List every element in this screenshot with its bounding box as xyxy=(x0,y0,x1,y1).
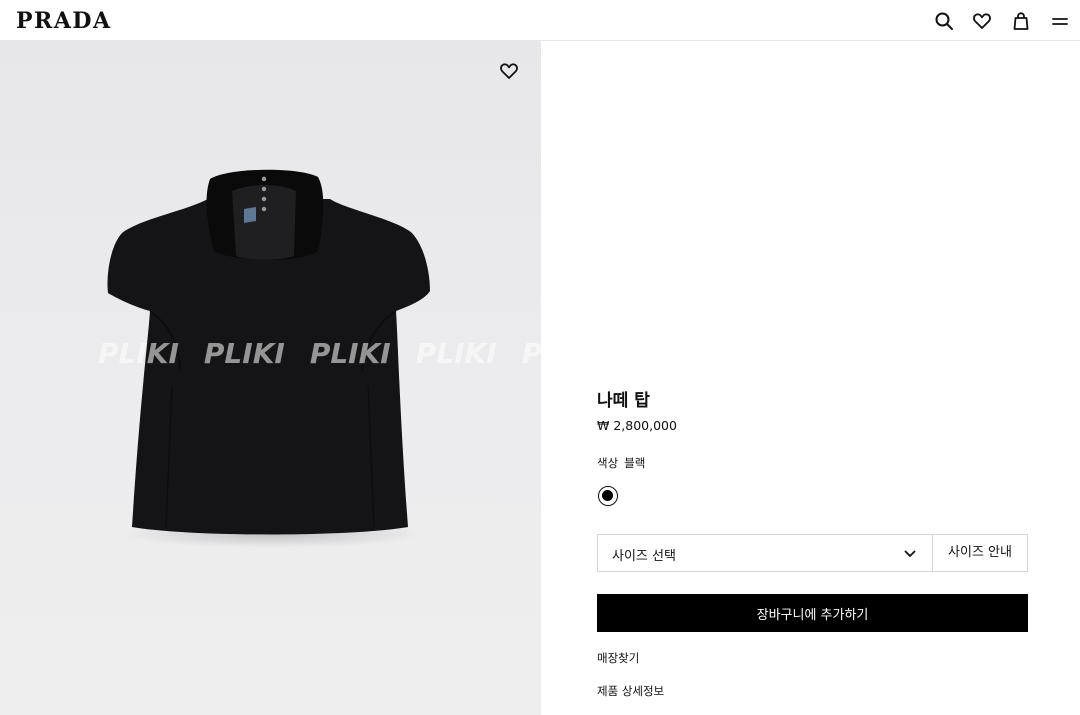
product-photo-top xyxy=(107,169,430,548)
chevron-down-icon xyxy=(904,550,916,557)
find-store-link[interactable]: 매장찾기 xyxy=(597,650,639,666)
site-header: PRADA xyxy=(0,0,1080,41)
wishlist-heart-icon[interactable] xyxy=(499,61,519,81)
product-image[interactable]: PLIKIPLIKIPLIKIPLIKIPLIKI xyxy=(0,41,541,715)
color-info: 색상 블랙 xyxy=(597,455,645,471)
swatch-dot xyxy=(602,490,613,501)
color-swatch-black[interactable] xyxy=(598,486,618,506)
size-select-dropdown[interactable]: 사이즈 선택 xyxy=(597,534,933,572)
product-details-link[interactable]: 제품 상세정보 xyxy=(597,683,664,699)
menu-icon[interactable] xyxy=(1050,11,1070,31)
heart-icon[interactable] xyxy=(972,11,992,31)
size-guide-button[interactable]: 사이즈 안내 xyxy=(932,534,1028,572)
product-title: 나떼 탑 xyxy=(597,391,650,411)
color-value: 블랙 xyxy=(624,456,646,470)
product-price: ₩ 2,800,000 xyxy=(597,418,677,433)
search-icon[interactable] xyxy=(934,11,954,31)
size-select-label: 사이즈 선택 xyxy=(612,549,676,564)
shopping-bag-icon[interactable] xyxy=(1011,11,1031,31)
add-to-cart-button[interactable]: 장바구니에 추가하기 xyxy=(597,594,1028,632)
color-label: 색상 xyxy=(597,456,619,470)
brand-logo[interactable]: PRADA xyxy=(16,8,112,34)
